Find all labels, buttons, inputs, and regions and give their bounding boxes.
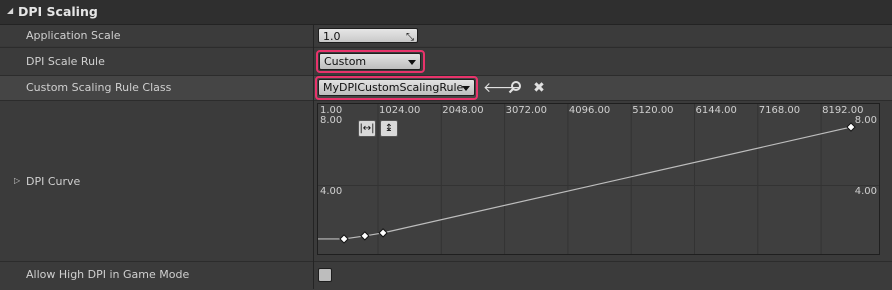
custom-scaling-rule-class-dropdown[interactable]: MyDPICustomScalingRule <box>318 79 475 96</box>
row-allow-high-dpi: Allow High DPI in Game Mode <box>0 261 892 290</box>
curve-line <box>318 126 852 240</box>
application-scale-label: Application Scale <box>26 29 121 42</box>
x-tick-label: 7168.00 <box>759 105 800 116</box>
curve-graph[interactable]: 1.00 1024.00 2048.00 3072.00 4096.00 5120.00 6… <box>318 104 879 254</box>
arrow-left-icon[interactable]: 🡐 <box>483 80 521 96</box>
triangle-right-icon[interactable]: ▷ <box>14 176 20 185</box>
curve-key-point[interactable] <box>339 234 349 244</box>
chevron-down-icon <box>408 60 416 65</box>
custom-scaling-rule-class-value: MyDPICustomScalingRule <box>323 81 464 94</box>
fit-vertical-icon[interactable]: ↨ <box>380 120 398 137</box>
y-tick-label-right: 8.00 <box>855 115 877 126</box>
curve-key-point[interactable] <box>360 231 370 241</box>
x-tick-label: 4096.00 <box>569 105 610 116</box>
row-dpi-scale-rule: DPI Scale Rule Custom <box>0 47 892 75</box>
x-tick-label: 1024.00 <box>379 105 420 116</box>
row-application-scale: Application Scale 1.0 ⤡ <box>0 25 892 46</box>
custom-scaling-rule-class-label: Custom Scaling Rule Class <box>26 81 172 94</box>
x-tick-label: 5120.00 <box>632 105 673 116</box>
section-header[interactable]: ◢ DPI Scaling <box>0 0 892 25</box>
resize-icon[interactable]: ⤡ <box>406 30 414 45</box>
allow-high-dpi-label: Allow High DPI in Game Mode <box>26 268 190 281</box>
x-tick-label: 3072.00 <box>506 105 547 116</box>
curve-key-point[interactable] <box>378 228 388 238</box>
triangle-down-icon[interactable]: ◢ <box>7 6 13 15</box>
application-scale-input[interactable]: 1.0 ⤡ <box>318 28 418 43</box>
dpi-scale-rule-label: DPI Scale Rule <box>26 55 105 68</box>
search-icon[interactable] <box>507 80 523 96</box>
dpi-curve-editor[interactable]: 1.00 1024.00 2048.00 3072.00 4096.00 5120.00 6… <box>317 103 880 255</box>
section-title: DPI Scaling <box>18 4 98 19</box>
x-tick-label: 2048.00 <box>442 105 483 116</box>
x-tick-label: 6144.00 <box>696 105 737 116</box>
application-scale-value: 1.0 <box>323 30 341 43</box>
fit-horizontal-icon[interactable]: |↔| <box>358 120 376 137</box>
y-tick-label-left: 4.00 <box>320 186 342 197</box>
y-tick-label-left: 8.00 <box>320 115 342 126</box>
column-divider <box>313 25 314 289</box>
chevron-down-icon <box>462 86 470 91</box>
dpi-scale-rule-dropdown[interactable]: Custom <box>319 53 421 70</box>
y-tick-label-right: 4.00 <box>855 186 877 197</box>
close-icon[interactable]: ✖ <box>531 80 547 96</box>
dpi-scale-rule-value: Custom <box>324 55 367 68</box>
row-custom-scaling-rule-class: Custom Scaling Rule Class MyDPICustomSca… <box>0 75 892 100</box>
allow-high-dpi-checkbox[interactable] <box>318 268 332 282</box>
dpi-curve-label: DPI Curve <box>26 175 81 188</box>
